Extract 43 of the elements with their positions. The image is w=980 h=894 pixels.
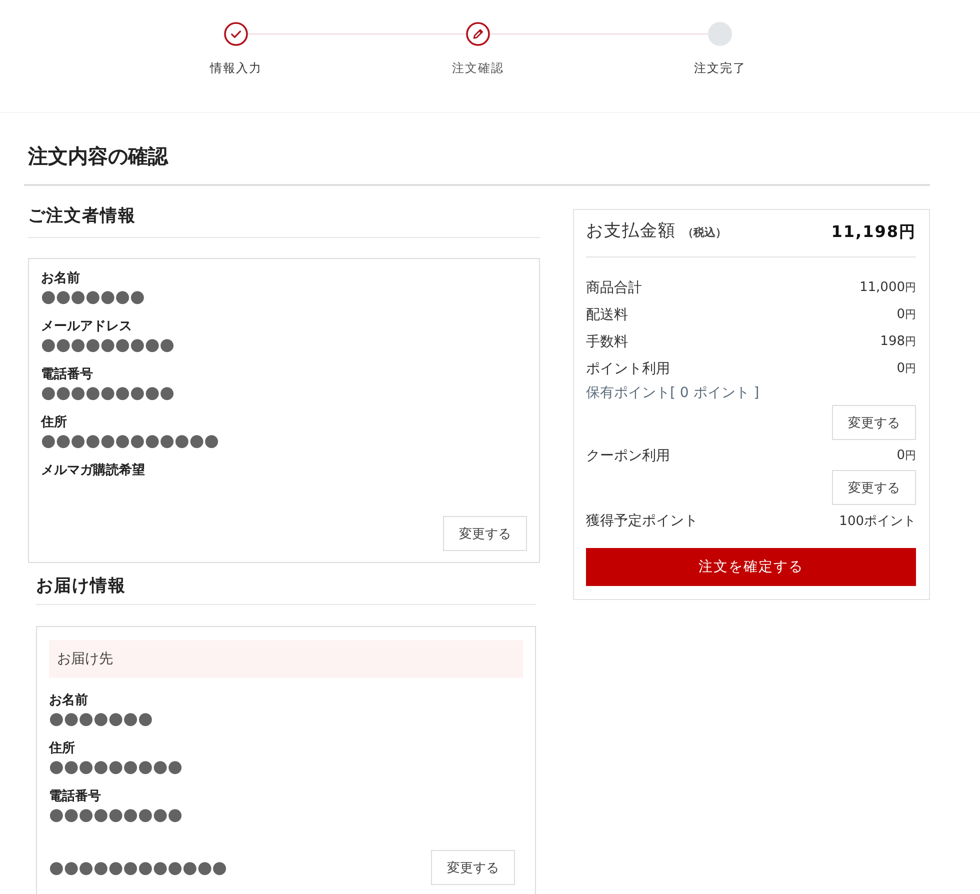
summary-value: 198円: [880, 334, 916, 349]
section-heading: お届け情報: [36, 574, 536, 605]
step-label: 情報入力: [210, 60, 262, 77]
field-label: 住所: [41, 414, 67, 432]
change-button[interactable]: 変更する: [832, 470, 916, 505]
field-label: メールアドレス: [41, 318, 132, 336]
masked-value: ●●●●●●●●●: [49, 758, 183, 776]
change-button[interactable]: 変更する: [443, 516, 527, 551]
masked-value: ●●●●●●●●●: [41, 336, 175, 354]
field-label: メルマガ購読希望: [41, 462, 145, 480]
field-label: 電話番号: [49, 788, 101, 806]
destination-label: お届け先: [57, 650, 113, 668]
masked-value: ●●●●●●●●●●●●: [49, 858, 228, 876]
masked-value: ●●●●●●●●●●●●: [41, 432, 220, 450]
masked-value: ●●●●●●●: [49, 710, 153, 728]
masked-value: ●●●●●●●: [41, 288, 145, 306]
change-button[interactable]: 変更する: [431, 850, 515, 885]
confirm-order-button[interactable]: 注文を確定する: [586, 548, 916, 586]
summary-value: 0円: [896, 361, 916, 376]
field-label: お名前: [41, 270, 80, 288]
summary-label: ポイント利用: [586, 360, 670, 378]
summary-value: 100ポイント: [839, 512, 916, 530]
payment-title: お支払金額 （税込）: [586, 220, 726, 243]
step-label: 注文確認: [452, 60, 504, 77]
field-label: お名前: [49, 692, 88, 710]
masked-value: ●●●●●●●●●: [41, 384, 175, 402]
summary-label: 手数料: [586, 332, 628, 350]
summary-label: 配送料: [586, 306, 628, 324]
step-label: 注文完了: [694, 60, 746, 77]
summary-value: 11,000円: [860, 280, 916, 295]
summary-value: 0円: [896, 307, 916, 322]
change-button[interactable]: 変更する: [832, 405, 916, 440]
points-balance: 保有ポイント[ 0 ポイント ]: [586, 384, 760, 402]
summary-label: クーポン利用: [586, 446, 670, 464]
summary-label: 獲得予定ポイント: [586, 512, 698, 530]
summary-value: 0円: [896, 448, 916, 463]
page-title: 注文内容の確認: [26, 143, 170, 170]
section-heading: ご注文者情報: [28, 204, 540, 238]
field-label: 電話番号: [41, 366, 93, 384]
summary-label: 商品合計: [586, 278, 642, 296]
payment-total: 11,198円: [831, 222, 916, 242]
masked-value: ●●●●●●●●●: [49, 806, 183, 824]
field-label: 住所: [49, 740, 75, 758]
